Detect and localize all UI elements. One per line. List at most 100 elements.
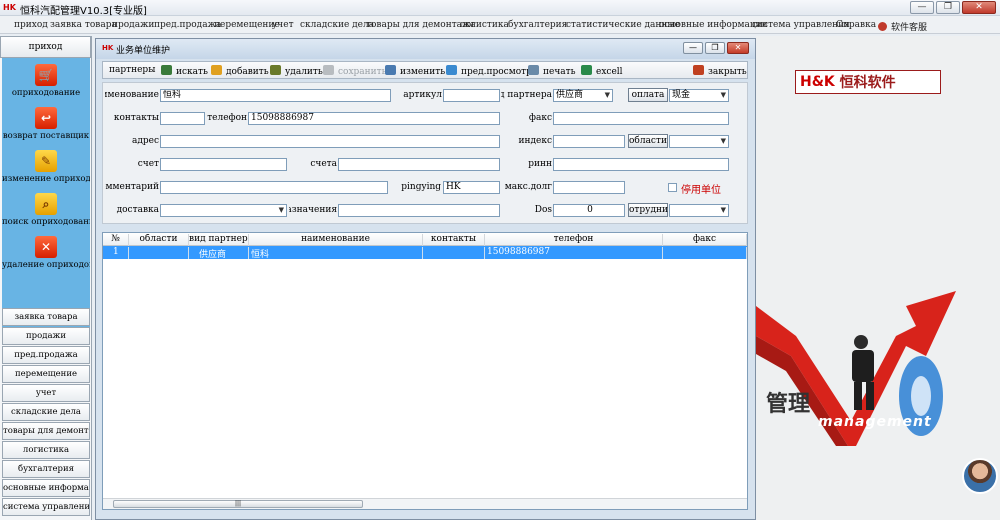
sidebar-item-vozvrat[interactable]: ↩ возврат поставщик — [2, 107, 90, 141]
sidebar-btn-buhgalteriya[interactable]: бухгалтерия — [2, 460, 90, 478]
menu-pred-prodazha[interactable]: пред.продажа — [154, 20, 221, 30]
menu-uchet[interactable]: учет — [272, 20, 294, 30]
sidebar-btn-skladskie[interactable]: складские дела — [2, 403, 90, 421]
sidebar-btn-demontazh[interactable]: товары для демонта... — [2, 422, 90, 440]
table-row[interactable]: 1 供应商 恒科 15098886987 — [103, 246, 747, 259]
delivery-select[interactable] — [160, 204, 287, 217]
menu-peremeshchenie[interactable]: перемещение — [214, 20, 280, 30]
menu-support[interactable]: 软件客服 — [878, 20, 927, 33]
excel-icon — [581, 65, 592, 75]
inn-field[interactable] — [553, 158, 729, 171]
disabled-label: 停用单位 — [681, 185, 721, 196]
name-field[interactable]: 恒科 — [160, 89, 391, 102]
phone-field[interactable]: 15098886987 — [248, 112, 500, 125]
sidebar-item-oprihodovanie[interactable]: 🛒 оприходование — [2, 64, 90, 98]
sidebar-item-udalenie[interactable]: ✕ удаление оприходования — [2, 236, 90, 270]
menu-logistika[interactable]: логистика — [460, 20, 509, 30]
region-select[interactable] — [669, 135, 729, 148]
dialog-logo: HK — [102, 44, 114, 52]
max-debt-field[interactable] — [553, 181, 625, 194]
accounts-field[interactable] — [338, 158, 500, 171]
col-type[interactable]: вид партнера — [189, 234, 249, 246]
scrollbar-thumb[interactable]: ||| — [113, 500, 363, 508]
name-label: наименование — [105, 90, 159, 100]
purpose-field[interactable] — [338, 204, 500, 217]
region-button[interactable]: области — [628, 134, 668, 148]
fax-field[interactable] — [553, 112, 729, 125]
add-button[interactable]: добавить — [211, 65, 269, 77]
accounts-label: счета — [310, 159, 337, 169]
sidebar-btn-uchet[interactable]: учет — [2, 384, 90, 402]
excel-button[interactable]: excell — [581, 65, 623, 77]
sidebar-btn-peremeshchenie[interactable]: перемещение — [2, 365, 90, 383]
sidebar-item-poisk[interactable]: ⌕ поиск оприходование — [2, 193, 90, 227]
dialog-close-button[interactable]: ✕ — [727, 42, 749, 54]
disabled-checkbox[interactable] — [668, 183, 677, 192]
search-button-label: искать — [176, 67, 208, 77]
menu-zayavka[interactable]: заявка товара — [50, 20, 117, 30]
excel-button-label: excell — [596, 67, 623, 77]
minimize-button[interactable]: — — [910, 1, 934, 14]
close-button[interactable]: ✕ — [962, 1, 996, 14]
index-field[interactable] — [553, 135, 625, 148]
sidebar-btn-prodazhi[interactable]: продажи — [2, 327, 90, 345]
print-button[interactable]: печать — [528, 65, 576, 77]
dos-field[interactable]: 0 — [553, 204, 625, 217]
sidebar-header[interactable]: приход — [0, 36, 91, 58]
growth-arrow-graphic — [756, 291, 956, 446]
dialog-minimize-button[interactable]: — — [683, 42, 703, 54]
col-no[interactable]: № — [103, 234, 129, 246]
save-button-label: сохранить — [338, 67, 387, 77]
window-controls: — ❐ ✕ — [910, 1, 996, 14]
account-field[interactable] — [160, 158, 287, 171]
delivery-label: доставка — [116, 205, 159, 215]
col-fax[interactable]: факс — [663, 234, 747, 246]
search-button[interactable]: искать — [161, 65, 208, 77]
comment-field[interactable] — [160, 181, 388, 194]
menu-buhgalteriya[interactable]: бухгалтерия — [508, 20, 567, 30]
delete-button[interactable]: удалить — [270, 65, 323, 77]
search-icon: ⌕ — [35, 193, 57, 215]
cell-phone: 15098886987 — [485, 247, 663, 259]
article-field[interactable] — [443, 89, 500, 102]
edit-button[interactable]: изменить — [385, 65, 445, 77]
horizontal-scrollbar[interactable]: ||| — [103, 498, 747, 509]
restore-button[interactable]: ❐ — [936, 1, 960, 14]
dialog-restore-button[interactable]: ❐ — [705, 42, 725, 54]
pingying-field[interactable]: HK — [443, 181, 500, 194]
sidebar-btn-pred-prodazha[interactable]: пред.продажа — [2, 346, 90, 364]
col-phone[interactable]: телефон — [485, 234, 663, 246]
sidebar-btn-zayavka[interactable]: заявка товара — [2, 308, 90, 326]
employee-select[interactable] — [669, 204, 729, 217]
col-name[interactable]: наименование — [249, 234, 423, 246]
payment-select[interactable]: 现金 — [669, 89, 729, 102]
slogan-cn: 管理 — [756, 386, 810, 418]
preview-button[interactable]: пред.просмотр — [446, 65, 532, 77]
menu-prihod[interactable]: приход — [14, 20, 48, 30]
menu-help[interactable]: Справка — [836, 20, 876, 30]
save-button[interactable]: сохранить — [323, 65, 387, 77]
col-region[interactable]: области — [129, 234, 189, 246]
menu-skladskie[interactable]: складские дела — [300, 20, 374, 30]
sidebar-btn-sistema[interactable]: система управления — [2, 498, 90, 516]
payment-button[interactable]: оплата — [628, 88, 668, 102]
partner-type-select[interactable]: 供应商 — [553, 89, 613, 102]
contacts-field[interactable] — [160, 112, 205, 125]
menu-prodazhi[interactable]: продажи — [112, 20, 154, 30]
inn-label: ринн — [528, 159, 552, 169]
phone-label: телефон — [207, 113, 247, 123]
dialog-toolbar: партнеры искать добавить удалить сохрани… — [102, 61, 748, 79]
sidebar-item-izmenenie[interactable]: ✎ изменение оприходования — [2, 150, 90, 184]
slogan-cn-text: 管理 — [766, 392, 811, 417]
address-label: адрес — [131, 136, 159, 146]
employee-button[interactable]: отрудни — [628, 203, 668, 217]
save-icon — [323, 65, 334, 75]
support-avatar[interactable] — [962, 458, 998, 494]
address-field[interactable] — [160, 135, 500, 148]
close-dialog-button[interactable]: закрыть — [693, 65, 747, 77]
exit-icon — [693, 65, 704, 75]
cell-name: 恒科 — [249, 247, 423, 259]
sidebar-btn-osnovnye[interactable]: основные информац... — [2, 479, 90, 497]
col-contacts[interactable]: контакты — [423, 234, 485, 246]
sidebar-btn-logistika[interactable]: логистика — [2, 441, 90, 459]
